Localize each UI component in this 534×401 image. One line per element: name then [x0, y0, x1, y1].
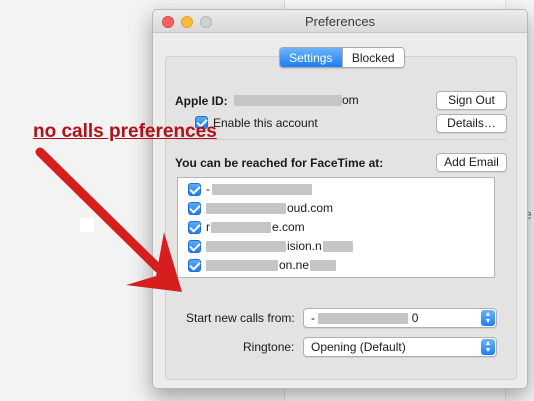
- annotation-label: no calls preferences: [33, 121, 217, 142]
- list-item[interactable]: on.ne: [188, 256, 337, 274]
- address-text: r: [206, 220, 210, 234]
- address-checkbox[interactable]: [188, 258, 201, 272]
- enable-account-label: Enable this account: [213, 116, 318, 130]
- window-title: Preferences: [304, 14, 376, 29]
- preferences-tab-control[interactable]: Settings Blocked: [279, 47, 405, 68]
- ringtone-popup[interactable]: Opening (Default) ▲ ▼: [303, 337, 497, 357]
- start-calls-value-suffix: 0: [411, 311, 419, 325]
- apple-id-suffix: om: [342, 93, 359, 107]
- list-item[interactable]: r e.com: [188, 218, 305, 236]
- address-text: on.ne: [279, 258, 310, 272]
- popup-arrows-icon: ▲ ▼: [481, 310, 495, 326]
- popup-arrows-icon: ▲ ▼: [481, 339, 495, 355]
- address-text-suffix: e.com: [272, 220, 305, 234]
- background-white-block: [80, 218, 94, 232]
- add-email-button[interactable]: Add Email: [436, 153, 507, 172]
- address-text: ision.n: [287, 239, 322, 253]
- start-calls-popup[interactable]: - 0 ▲ ▼: [303, 308, 497, 328]
- redacted-address: [206, 259, 278, 271]
- address-text: oud.com: [287, 201, 334, 215]
- sign-out-button[interactable]: Sign Out: [436, 91, 507, 110]
- address-checkbox[interactable]: [188, 201, 201, 215]
- facetime-address-list[interactable]: - oud.com r e.com ision.n on.ne: [177, 177, 495, 278]
- details-button[interactable]: Details…: [436, 114, 507, 133]
- preferences-window: Preferences Apple ID: om Sign Out Enable…: [152, 9, 528, 389]
- list-item[interactable]: ision.n: [188, 237, 353, 255]
- list-item[interactable]: oud.com: [188, 199, 333, 217]
- address-text: -: [206, 182, 210, 196]
- redacted-address: [211, 221, 271, 233]
- redacted-address: [206, 240, 286, 252]
- section-divider: [176, 139, 506, 140]
- address-checkbox[interactable]: [188, 220, 201, 234]
- ringtone-label: Ringtone:: [243, 340, 295, 354]
- tab-blocked[interactable]: Blocked: [341, 48, 404, 67]
- tab-settings[interactable]: Settings: [280, 48, 342, 67]
- ringtone-value: Opening (Default): [311, 340, 406, 354]
- start-calls-value-prefix: -: [311, 311, 315, 325]
- list-item[interactable]: -: [188, 180, 312, 198]
- title-bar[interactable]: Preferences: [153, 10, 527, 33]
- address-checkbox[interactable]: [188, 182, 201, 196]
- address-checkbox[interactable]: [188, 239, 201, 253]
- reach-heading: You can be reached for FaceTime at:: [175, 156, 384, 170]
- redacted-address: [212, 183, 312, 195]
- redacted-address: [322, 240, 353, 252]
- redacted-address: [206, 202, 286, 214]
- apple-id-label: Apple ID:: [175, 94, 228, 108]
- redacted-phone-number: [318, 313, 409, 325]
- redacted-apple-id: [234, 95, 342, 107]
- apple-id-value: om: [234, 93, 359, 107]
- start-calls-label: Start new calls from:: [186, 311, 295, 325]
- redacted-address: [310, 259, 337, 271]
